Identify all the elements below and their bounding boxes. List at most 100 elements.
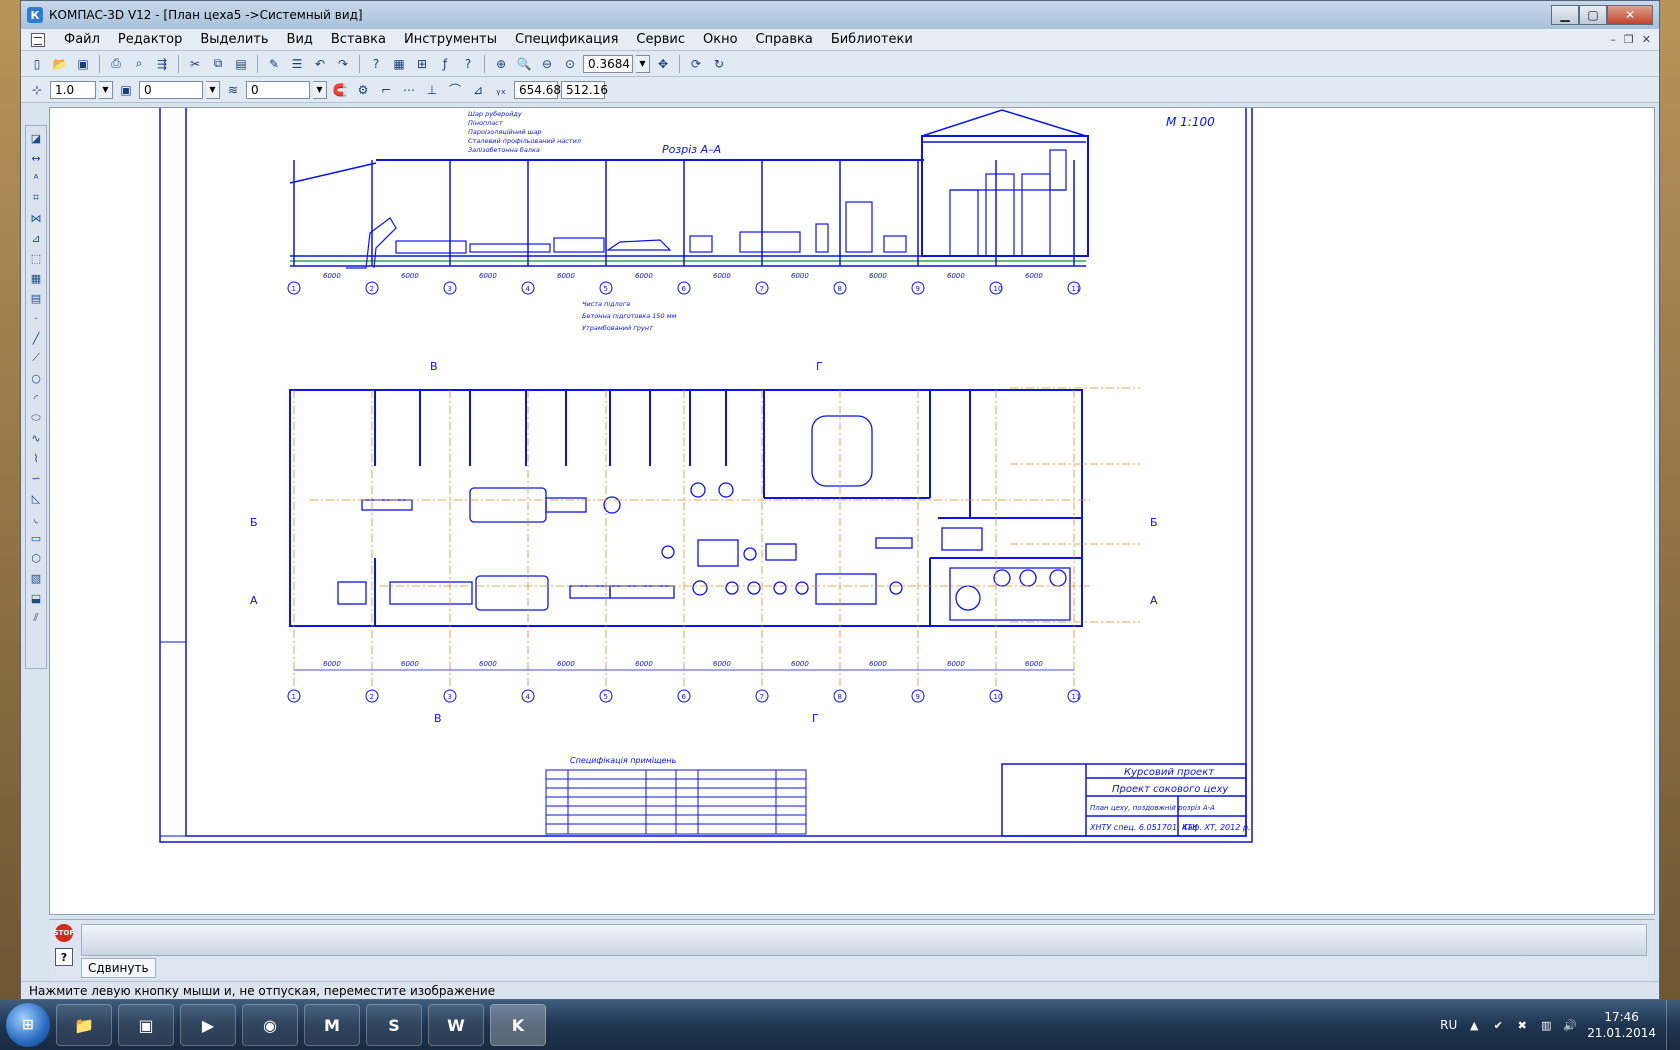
- menu-editor[interactable]: Редактор: [109, 32, 191, 47]
- network-icon[interactable]: ▥: [1539, 1018, 1553, 1032]
- local-cs-icon[interactable]: ⊹: [27, 80, 47, 100]
- context-help-icon[interactable]: ?: [458, 54, 478, 74]
- document-icon[interactable]: [31, 32, 45, 47]
- properties-icon[interactable]: ✎: [264, 54, 284, 74]
- fillet-icon[interactable]: ◟: [28, 510, 44, 526]
- help-icon[interactable]: ?: [55, 948, 73, 966]
- menu-help[interactable]: Справка: [747, 32, 822, 47]
- media-icon[interactable]: ▶: [180, 1004, 236, 1046]
- function-icon[interactable]: ƒ: [435, 54, 455, 74]
- doc-minimize-icon[interactable]: –: [1610, 33, 1616, 46]
- contour-icon[interactable]: ⬓: [28, 590, 44, 606]
- axis-icon[interactable]: ⊥: [422, 80, 442, 100]
- view-icon[interactable]: ▣: [116, 80, 136, 100]
- arc-icon[interactable]: ◜: [28, 390, 44, 406]
- zoom-fit-icon[interactable]: ⊙: [560, 54, 580, 74]
- redo-icon[interactable]: ↷: [333, 54, 353, 74]
- close-button[interactable]: ✕: [1607, 5, 1653, 25]
- refresh-icon[interactable]: ⟳: [686, 54, 706, 74]
- volume-icon[interactable]: 🔊: [1563, 1018, 1577, 1032]
- designations-icon[interactable]: ᴬ: [28, 170, 44, 186]
- zoom-window-icon[interactable]: ⊕: [491, 54, 511, 74]
- save-icon[interactable]: ▣: [118, 1004, 174, 1046]
- ortho-icon[interactable]: ⌐: [376, 80, 396, 100]
- aux-line-icon[interactable]: ⟋: [28, 350, 44, 366]
- help-pointer-icon[interactable]: ?: [366, 54, 386, 74]
- coord-y-field[interactable]: 512.16: [561, 80, 608, 99]
- layer-dropdown-icon[interactable]: ▼: [206, 80, 220, 99]
- spec-icon[interactable]: ▤: [28, 290, 44, 306]
- copy-icon[interactable]: ⧉: [208, 54, 228, 74]
- zoom-out-icon[interactable]: ⊖: [537, 54, 557, 74]
- geometry-icon[interactable]: ◪: [28, 130, 44, 146]
- minimize-button[interactable]: ▁: [1551, 5, 1579, 25]
- skype-icon[interactable]: S: [366, 1004, 422, 1046]
- redraw-icon[interactable]: ↻: [709, 54, 729, 74]
- polygon-icon[interactable]: ⬡: [28, 550, 44, 566]
- zoom-dropdown-icon[interactable]: ▼: [636, 54, 650, 73]
- menu-libraries[interactable]: Библиотеки: [822, 32, 922, 47]
- undo-icon[interactable]: ↶: [310, 54, 330, 74]
- zoom-field[interactable]: 0.3684: [583, 54, 633, 73]
- measure-icon[interactable]: ⊿: [28, 230, 44, 246]
- menu-service[interactable]: Сервис: [627, 32, 694, 47]
- pan-icon[interactable]: ✥: [653, 54, 673, 74]
- print-preview-icon[interactable]: ⌕: [129, 54, 149, 74]
- menu-insert[interactable]: Вставка: [322, 32, 395, 47]
- snap-icon[interactable]: 🧲: [330, 80, 350, 100]
- chamfer-icon[interactable]: ◺: [28, 490, 44, 506]
- coord-x-field[interactable]: 654.68: [514, 80, 561, 99]
- segment-icon[interactable]: ╱: [28, 330, 44, 346]
- point-icon[interactable]: ·: [28, 310, 44, 326]
- bezier-icon[interactable]: ∽: [28, 470, 44, 486]
- menu-view[interactable]: Вид: [278, 32, 322, 47]
- pan-command-tab[interactable]: Сдвинуть: [81, 958, 156, 978]
- layer-field[interactable]: 0: [139, 80, 203, 99]
- snap-settings-icon[interactable]: ⚙: [353, 80, 373, 100]
- doc-close-icon[interactable]: ✕: [1642, 33, 1651, 46]
- style-field[interactable]: 0: [246, 80, 310, 99]
- grid-icon[interactable]: ⋯: [399, 80, 419, 100]
- list-icon[interactable]: ☰: [287, 54, 307, 74]
- line-scale-dropdown-icon[interactable]: ▼: [99, 80, 113, 99]
- update-icon[interactable]: ✔: [1491, 1018, 1505, 1032]
- layers-icon[interactable]: ≋: [223, 80, 243, 100]
- equidistant-icon[interactable]: ⫽: [28, 610, 44, 626]
- title-bar[interactable]: К КОМПАС-3D V12 - [План цеха5 ->Системны…: [21, 1, 1659, 29]
- new-file-icon[interactable]: ▯: [27, 54, 47, 74]
- chrome-icon[interactable]: ◉: [242, 1004, 298, 1046]
- open-file-icon[interactable]: 📂: [50, 54, 70, 74]
- menu-window[interactable]: Окно: [694, 32, 747, 47]
- hatch-icon[interactable]: ▧: [28, 570, 44, 586]
- zoom-in-icon[interactable]: 🔍: [514, 54, 534, 74]
- rectangle-icon[interactable]: ▭: [28, 530, 44, 546]
- explorer-icon[interactable]: 📁: [56, 1004, 112, 1046]
- word-icon[interactable]: W: [428, 1004, 484, 1046]
- clock[interactable]: 17:46 21.01.2014: [1587, 1009, 1656, 1041]
- parametrization-icon[interactable]: ⋈: [28, 210, 44, 226]
- association-icon[interactable]: ▦: [28, 270, 44, 286]
- polyline-icon[interactable]: ⌇: [28, 450, 44, 466]
- start-button[interactable]: ⊞: [6, 1003, 50, 1047]
- editing-icon[interactable]: ⌗: [28, 190, 44, 206]
- menu-file[interactable]: Файл: [55, 32, 109, 47]
- property-bar[interactable]: [81, 924, 1647, 956]
- circle-icon[interactable]: ○: [28, 370, 44, 386]
- menu-tools[interactable]: Инструменты: [395, 32, 506, 47]
- cursor-snap-icon[interactable]: ⊿: [468, 80, 488, 100]
- doc-restore-icon[interactable]: ❐: [1624, 33, 1634, 46]
- antivirus-icon[interactable]: ✖: [1515, 1018, 1529, 1032]
- drawing-canvas[interactable]: М 1:100 Розріз А–А 1 2 3 4 5 6 7 8 9 10 11 6000 6000…: [49, 107, 1655, 915]
- language-indicator[interactable]: RU: [1440, 1018, 1457, 1032]
- save-icon[interactable]: ▣: [73, 54, 93, 74]
- dimensions-icon[interactable]: ↔: [28, 150, 44, 166]
- paste-icon[interactable]: ▤: [231, 54, 251, 74]
- export-icon[interactable]: ⇶: [152, 54, 172, 74]
- select-icon[interactable]: ⬚: [28, 250, 44, 266]
- m-icon[interactable]: M: [304, 1004, 360, 1046]
- tray-expand-icon[interactable]: ▲: [1467, 1018, 1481, 1032]
- ellipse-icon[interactable]: ⬭: [28, 410, 44, 426]
- manager-icon[interactable]: ▦: [389, 54, 409, 74]
- cut-icon[interactable]: ✂: [185, 54, 205, 74]
- stop-icon[interactable]: STOP: [54, 924, 74, 942]
